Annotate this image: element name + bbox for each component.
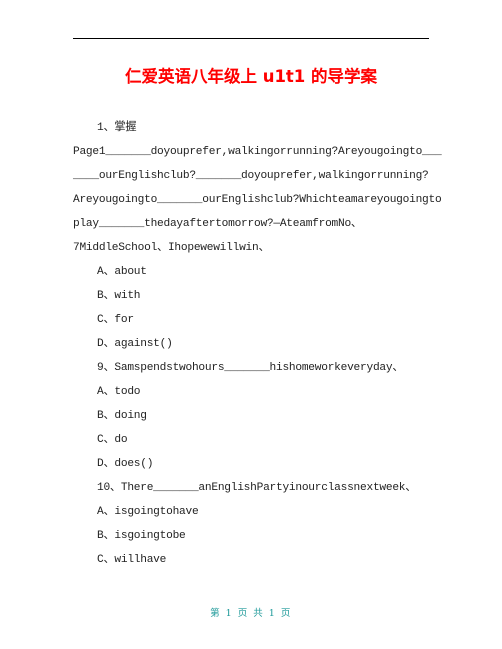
question-text-line: 7MiddleSchool、Ihopewewillwin、 (73, 242, 270, 254)
question-9: 9、Samspendstwohours_______hishomeworkeve… (97, 362, 404, 374)
answer-option: B、isgoingtobe (97, 530, 186, 542)
answer-option: D、against() (97, 338, 173, 350)
question-text-line: ____ourEnglishclub?_______doyouprefer,wa… (73, 170, 429, 182)
answer-option: C、for (97, 314, 134, 326)
page-footer: 第 1 页 共 1 页 (210, 608, 292, 619)
section-heading: 1、掌握 (97, 122, 137, 134)
answer-option: D、does() (97, 458, 154, 470)
answer-option: B、with (97, 290, 141, 302)
question-text-line: Page1_______doyouprefer,walkingorrunning… (73, 146, 442, 158)
question-10: 10、There_______anEnglishPartyinourclassn… (97, 482, 417, 494)
answer-option: B、doing (97, 410, 147, 422)
answer-option: A、todo (97, 386, 141, 398)
header-rule (73, 38, 429, 39)
document-body: 1、掌握 Page1_______doyouprefer,walkingorru… (73, 116, 442, 572)
answer-option: C、do (97, 434, 128, 446)
answer-option: A、isgoingtohave (97, 506, 199, 518)
answer-option: C、willhave (97, 554, 167, 566)
document-title: 仁爱英语八年级上 u1t1 的导学案 (124, 67, 378, 86)
question-text-line: play_______thedayaftertomorrow?—Ateamfro… (73, 218, 362, 230)
question-text-line: Areyougoingto_______ourEnglishclub?Which… (73, 194, 442, 206)
answer-option: A、about (97, 266, 147, 278)
